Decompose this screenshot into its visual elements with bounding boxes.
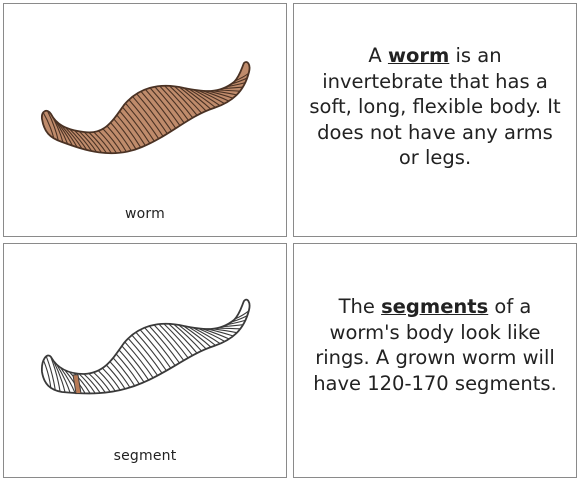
picture-label: segment bbox=[113, 448, 177, 464]
segment-definition-card: The segments of a worm's body look like … bbox=[293, 243, 577, 478]
worm-body-outline bbox=[41, 298, 251, 395]
definition-term: worm bbox=[387, 44, 450, 67]
picture-label: worm bbox=[125, 206, 165, 222]
definition-term: segments bbox=[381, 295, 489, 318]
definition-text-before: A bbox=[368, 44, 388, 67]
definition-text: The segments of a worm's body look like … bbox=[306, 294, 564, 396]
definition-text: A worm is an invertebrate that has a sof… bbox=[306, 43, 564, 171]
definition-text-before: The bbox=[338, 295, 382, 318]
worm-illustration bbox=[41, 61, 251, 155]
segment-worm-illustration bbox=[41, 298, 251, 395]
worm-picture-card: worm bbox=[3, 3, 287, 237]
segment-picture-card: segment bbox=[3, 243, 287, 478]
worm-definition-card: A worm is an invertebrate that has a sof… bbox=[293, 3, 577, 237]
